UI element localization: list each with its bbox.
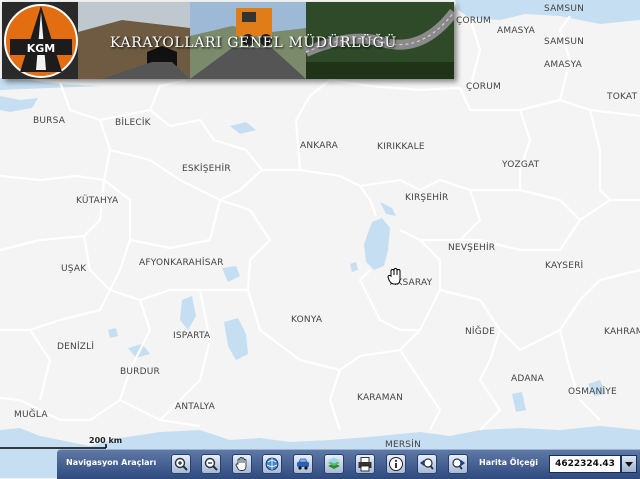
city-label: UŞAK (61, 264, 87, 274)
city-label: KARAMAN (357, 393, 404, 403)
zoom-out-button[interactable] (201, 454, 221, 474)
city-label: SAMSUN (544, 37, 585, 47)
kgm-banner: KGM KARAYOLLARI GENEL MÜDÜRLÜĞÜ (2, 2, 454, 79)
print-icon (358, 457, 372, 472)
city-label: BİLECİK (115, 118, 151, 128)
city-label: OSMANİYE (568, 387, 617, 397)
toolbar-title: Navigasyon Araçları (66, 458, 157, 467)
banner-title: KARAYOLLARI GENEL MÜDÜRLÜĞÜ (110, 35, 397, 51)
city-label: MUĞLA (14, 410, 48, 420)
city-label: ÇORUM (456, 16, 491, 26)
full-extent-button[interactable] (262, 454, 282, 474)
city-label: KONYA (291, 315, 323, 325)
zoom-in-icon (174, 457, 188, 471)
pan-hand-icon (235, 457, 247, 471)
city-label: NİĞDE (465, 327, 495, 337)
navigation-toolbar: Navigasyon Araçları Harita Ölçeği 462232… (57, 449, 640, 479)
layers-icon (328, 457, 340, 469)
city-label: DENİZLİ (57, 342, 95, 352)
kgm-logo: KGM (27, 42, 56, 55)
city-label: TOKAT (607, 92, 638, 102)
layers-button[interactable] (324, 454, 344, 474)
city-label: YOZGAT (502, 160, 540, 170)
map-scale-field[interactable]: 4622324.43 (549, 455, 621, 473)
city-label: KAHRAM (604, 327, 640, 337)
city-label: ANTALYA (175, 402, 216, 412)
zoom-in-button[interactable] (171, 454, 191, 474)
print-button[interactable] (355, 454, 375, 474)
city-label: ISPARTA (173, 331, 211, 341)
city-label: AFYONKARAHİSAR (139, 258, 224, 268)
next-extent-button[interactable] (448, 454, 468, 474)
previous-extent-button[interactable] (417, 454, 437, 474)
city-label: BURSA (33, 116, 66, 126)
info-button[interactable] (386, 454, 406, 474)
city-label: AMASYA (497, 26, 535, 36)
full-extent-icon (265, 457, 279, 471)
next-extent-icon (452, 458, 465, 470)
pan-button[interactable] (232, 454, 252, 474)
city-label: NEVŞEHİR (448, 243, 496, 253)
car-icon (297, 458, 309, 470)
map-scale-label: Harita Ölçeği (479, 458, 538, 467)
chevron-down-icon (625, 462, 633, 467)
map-scale-dropdown[interactable] (621, 455, 637, 473)
info-icon (389, 457, 403, 471)
city-label: KAYSERİ (545, 261, 584, 271)
zoom-out-icon (204, 457, 218, 471)
city-label: ÇORUM (466, 82, 501, 92)
previous-extent-icon (420, 458, 434, 470)
city-label: AMASYA (544, 60, 582, 70)
route-button[interactable] (293, 454, 313, 474)
city-label: ADANA (511, 374, 544, 384)
pan-cursor-icon (387, 268, 401, 285)
city-label: KIRIKKALE (377, 142, 425, 152)
city-label: KIRŞEHİR (405, 193, 449, 203)
logo-text: KGM (27, 42, 56, 55)
city-label: SAMSUN (544, 4, 585, 14)
city-label: KÜTAHYA (76, 196, 119, 206)
city-label: ESKİŞEHİR (182, 164, 231, 174)
city-label: BURDUR (120, 367, 160, 377)
city-label: ANKARA (300, 141, 339, 151)
scale-label: 200 km (89, 436, 123, 445)
